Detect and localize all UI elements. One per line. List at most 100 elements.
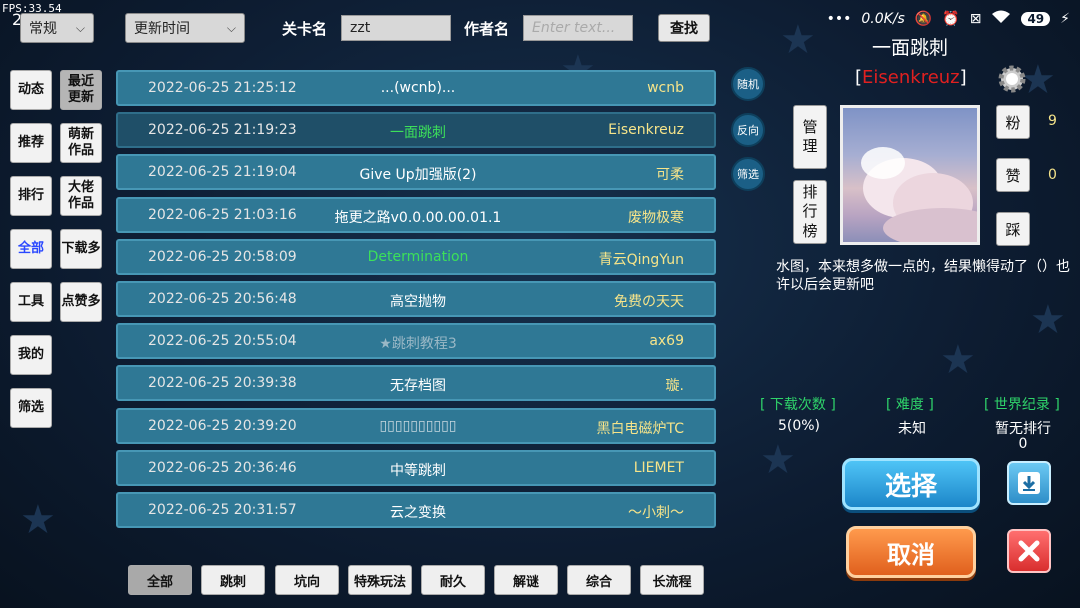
star-decoration: ★ — [940, 337, 976, 383]
tag-4[interactable]: 耐久 — [421, 565, 485, 595]
nav-item-4[interactable]: 工具 — [10, 282, 52, 322]
level-title: 一面跳刺 — [871, 37, 948, 59]
level-row[interactable]: 2022-06-25 21:19:04 Give Up加强版(2) 可柔 — [116, 154, 716, 191]
cancel-button[interactable]: 取消 — [846, 526, 976, 578]
sub-filter-2[interactable]: 大佬 作品 — [60, 176, 102, 216]
level-name: 无存档图 — [390, 378, 446, 395]
charging-icon: ⚡ — [1060, 11, 1070, 27]
download-icon[interactable] — [1007, 461, 1051, 505]
level-author: wcnb — [647, 80, 684, 96]
level-row[interactable]: 2022-06-25 20:56:48 高空抛物 免费の天天 — [116, 281, 716, 317]
sub-filter-4[interactable]: 点赞多 — [60, 282, 102, 322]
likes-count: 0 — [1048, 167, 1057, 183]
author-name-input[interactable]: Enter text... — [523, 15, 633, 41]
level-row[interactable]: 2022-06-25 21:03:16 拖更之路v0.0.00.00.01.1 废物… — [116, 196, 716, 233]
level-time: 2022-06-25 21:03:16 — [148, 206, 297, 223]
nav-item-5[interactable]: 我的 — [10, 335, 52, 375]
sort-select[interactable]: 更新时间 ⌵ — [125, 13, 245, 43]
mode-select-value: 常规 — [29, 21, 57, 37]
select-button[interactable]: 选择 — [842, 458, 980, 510]
tag-5[interactable]: 解谜 — [494, 565, 558, 595]
level-author: ～小刺～ — [628, 505, 684, 521]
level-row[interactable]: 2022-06-25 20:55:04 ★跳刺教程3 ax69 — [116, 323, 716, 360]
star-decoration: ★ — [1030, 297, 1066, 343]
level-name-input[interactable]: zzt — [341, 15, 451, 41]
star-decoration: ★ — [20, 497, 56, 543]
tag-0[interactable]: 全部 — [128, 565, 192, 595]
alarm-icon: ⏰ — [942, 11, 960, 27]
tag-3[interactable]: 特殊玩法 — [348, 565, 412, 595]
chevron-down-icon: ⌵ — [75, 20, 85, 35]
level-name: Give Up加强版(2) — [359, 167, 477, 184]
filter-button[interactable]: 筛选 — [731, 157, 765, 191]
close-icon[interactable] — [1007, 529, 1051, 573]
star-decoration: ★ — [760, 437, 796, 483]
level-name: 云之变换 — [390, 505, 446, 521]
nav-item-1[interactable]: 推荐 — [10, 123, 52, 163]
record-value: 暂无排行 — [995, 421, 1051, 437]
search-button[interactable]: 查找 — [658, 14, 710, 42]
dislike-button[interactable]: 踩 — [996, 212, 1030, 246]
level-row[interactable]: 2022-06-25 20:39:38 无存档图 璇. — [116, 365, 716, 402]
level-name: 中等跳刺 — [390, 462, 446, 479]
random-button[interactable]: 随机 — [731, 67, 765, 101]
level-row[interactable]: 2022-06-25 20:39:20 ▯▯▯▯▯▯▯▯▯▯ 黑白电磁炉TC — [116, 407, 716, 444]
chevron-down-icon: ⌵ — [226, 20, 236, 35]
level-row[interactable]: 2022-06-25 21:25:12 ...(wcnb)... wcnb — [116, 70, 716, 106]
mode-select[interactable]: 常规 ⌵ — [20, 13, 94, 43]
reverse-button[interactable]: 反向 — [731, 113, 765, 147]
level-description: 水图，本来想多做一点的，结果懒得动了（）也许以后会更新吧 — [776, 259, 1070, 294]
level-time: 2022-06-25 20:55:04 — [148, 333, 297, 350]
manage-button[interactable]: 管 理 — [793, 105, 827, 169]
fans-button[interactable]: 粉 — [996, 105, 1030, 139]
record-count: 0 — [1018, 436, 1028, 452]
star-decoration: ★ — [780, 17, 816, 63]
level-name: Determination — [367, 248, 469, 265]
tag-7[interactable]: 长流程 — [640, 565, 704, 595]
gear-icon[interactable] — [996, 63, 1028, 95]
level-name-label: 关卡名 — [282, 20, 328, 38]
difficulty-label: [ 难度 ] — [886, 397, 934, 413]
like-button[interactable]: 赞 — [996, 158, 1030, 192]
nav-item-6[interactable]: 筛选 — [10, 388, 52, 428]
nav-item-2[interactable]: 排行 — [10, 176, 52, 216]
tag-2[interactable]: 坑向 — [275, 565, 339, 595]
status-bar: ••• 0.0K/s 🔕 ⏰ ⊠ 49 ⚡ — [827, 10, 1070, 28]
level-row[interactable]: 2022-06-25 21:19:23 一面跳刺 Eisenkreuz — [116, 112, 716, 149]
ranking-button[interactable]: 排 行 榜 — [793, 180, 827, 244]
level-name: ★跳刺教程3 — [379, 336, 457, 353]
level-time: 2022-06-25 20:31:57 — [148, 502, 297, 518]
nav-item-0[interactable]: 动态 — [10, 70, 52, 110]
battery-icon: 49 — [1021, 12, 1051, 26]
more-dots-icon: ••• — [826, 11, 852, 27]
level-name: 一面跳刺 — [390, 125, 446, 142]
tag-6[interactable]: 综合 — [567, 565, 631, 595]
level-author: Eisenkreuz — [608, 122, 684, 139]
level-time: 2022-06-25 21:25:12 — [148, 80, 297, 96]
downloads-value: 5(0%) — [777, 418, 821, 434]
sub-filter-3[interactable]: 下载多 — [60, 229, 102, 269]
sub-filter-1[interactable]: 萌新 作品 — [60, 123, 102, 163]
nav-item-3[interactable]: 全部 — [10, 229, 52, 269]
sim-icon: ⊠ — [969, 11, 982, 27]
level-list[interactable]: 2022-06-25 21:25:12 ...(wcnb)... wcnb 2022-… — [114, 66, 718, 538]
level-author: 青云QingYun — [598, 251, 684, 268]
level-author: 废物极寒 — [628, 209, 684, 226]
sub-filter-0[interactable]: 最近 更新 — [60, 70, 102, 110]
difficulty-value: 未知 — [898, 421, 926, 437]
level-row[interactable]: 2022-06-25 20:58:09 Determination 青云QingYu… — [116, 238, 716, 275]
level-author: 免费の天天 — [614, 294, 684, 310]
level-author: ax69 — [649, 333, 684, 350]
level-name: 高空抛物 — [390, 294, 446, 310]
level-time: 2022-06-25 20:39:38 — [148, 375, 297, 392]
level-row[interactable]: 2022-06-25 20:31:57 云之变换 ～小刺～ — [116, 492, 716, 528]
level-row[interactable]: 2022-06-25 20:36:46 中等跳刺 LIEMET — [116, 449, 716, 486]
level-author: 可柔 — [656, 167, 684, 184]
level-time: 2022-06-25 21:19:04 — [148, 164, 297, 181]
author-tag[interactable]: [Eisenkreuz] — [855, 67, 967, 88]
level-time: 2022-06-25 20:56:48 — [148, 291, 297, 307]
cloud-image — [861, 147, 977, 242]
wifi-icon — [991, 10, 1011, 28]
tag-1[interactable]: 跳刺 — [201, 565, 265, 595]
level-author: 黑白电磁炉TC — [596, 420, 684, 437]
